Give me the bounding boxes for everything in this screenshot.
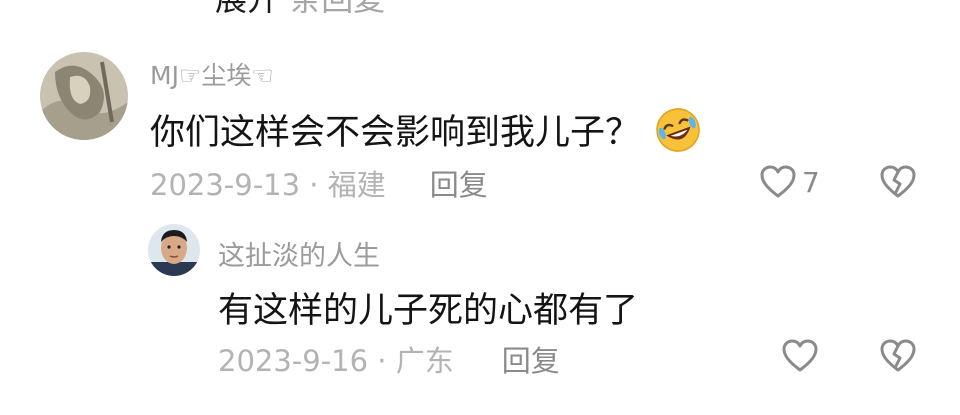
like-button[interactable]: 7 bbox=[758, 162, 820, 202]
reply-meta: 2023-9-16 · 广东 回复 bbox=[218, 338, 560, 380]
comment-meta: 2023-9-13 · 福建 回复 bbox=[150, 162, 488, 204]
like-count: 7 bbox=[802, 165, 820, 199]
reply-username[interactable]: 这扯淡的人生 bbox=[218, 234, 380, 273]
comment-body: 你们这样会不会影响到我儿子？ bbox=[150, 113, 641, 153]
heart-outline-icon bbox=[760, 165, 796, 198]
avatar[interactable] bbox=[40, 52, 128, 140]
reply-button[interactable]: 回复 bbox=[502, 338, 560, 380]
expand-count-label: 条回复 bbox=[289, 0, 385, 18]
reply-text: 有这样的儿子死的心都有了 bbox=[218, 291, 639, 331]
broken-heart-icon bbox=[880, 165, 916, 198]
avatar-image bbox=[40, 52, 128, 140]
reply-date-location: 2023-9-16 · 广东 bbox=[218, 344, 454, 378]
heart-outline-icon bbox=[782, 339, 818, 372]
previous-reply-toggle[interactable]: 展开 条回复 bbox=[215, 0, 385, 20]
broken-heart-icon bbox=[880, 339, 916, 372]
comment-date-location: 2023-9-13 · 福建 bbox=[150, 168, 386, 202]
dislike-button[interactable] bbox=[878, 162, 918, 202]
comment-username[interactable]: MJ☞尘埃☜ bbox=[150, 56, 274, 92]
expand-label: 展开 bbox=[215, 0, 279, 18]
reply-avatar[interactable] bbox=[148, 224, 200, 276]
like-button[interactable] bbox=[780, 336, 820, 376]
dislike-button[interactable] bbox=[878, 336, 918, 376]
avatar-image bbox=[148, 224, 200, 276]
comment-text: 你们这样会不会影响到我儿子？ bbox=[150, 104, 702, 155]
reply-button[interactable]: 回复 bbox=[430, 162, 488, 204]
rofl-emoji-icon bbox=[654, 106, 702, 154]
